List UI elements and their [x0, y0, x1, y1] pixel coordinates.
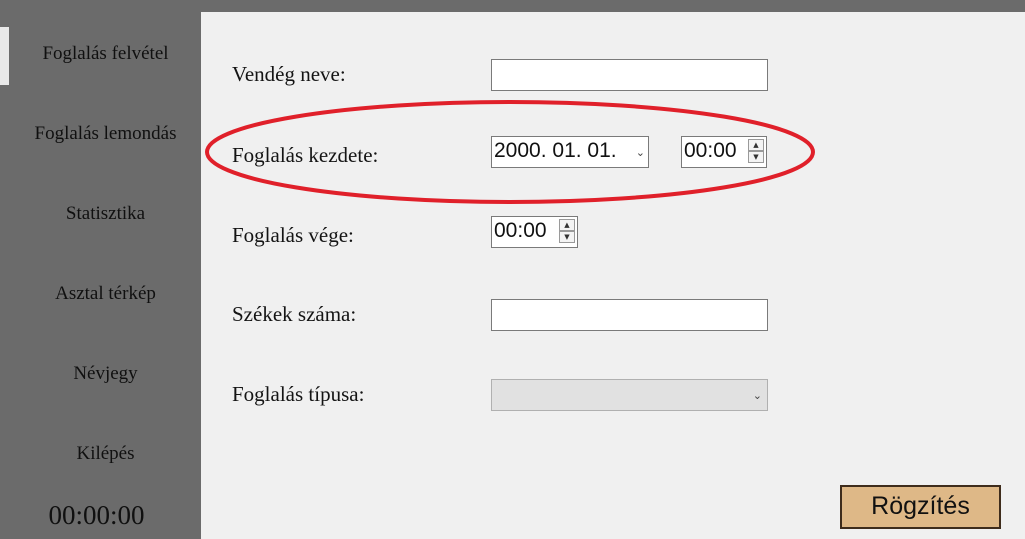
- end-time-picker[interactable]: 00:00 ▲ ▼: [491, 216, 578, 248]
- clock-display: 00:00:00: [48, 500, 145, 530]
- start-time-picker[interactable]: 00:00 ▲ ▼: [681, 136, 767, 168]
- record-button[interactable]: Rögzítés: [840, 485, 1001, 529]
- chevron-down-icon[interactable]: ⌄: [636, 146, 645, 159]
- sidebar-item-foglalas-felvetel[interactable]: Foglalás felvétel: [10, 43, 201, 65]
- active-item-indicator: [0, 27, 9, 85]
- spin-down-icon[interactable]: ▼: [748, 151, 764, 163]
- seats-label: Székek száma:: [232, 302, 357, 326]
- sidebar-item-asztal-terkep[interactable]: Asztal térkép: [10, 283, 201, 305]
- spin-up-icon[interactable]: ▲: [559, 219, 575, 231]
- start-time-spinner[interactable]: ▲ ▼: [748, 139, 764, 163]
- sidebar-item-foglalas-lemondas[interactable]: Foglalás lemondás: [10, 123, 201, 145]
- seats-input[interactable]: [491, 299, 768, 331]
- start-label: Foglalás kezdete:: [232, 143, 379, 167]
- type-label: Foglalás típusa:: [232, 382, 365, 406]
- start-date-picker[interactable]: 2000. 01. 01. ⌄: [491, 136, 649, 168]
- sidebar: Foglalás felvétel Foglalás lemondás Stat…: [0, 0, 201, 539]
- reservation-type-select[interactable]: ⌄: [491, 379, 768, 411]
- sidebar-item-statisztika[interactable]: Statisztika: [10, 203, 201, 225]
- chevron-down-icon[interactable]: ⌄: [753, 389, 762, 402]
- sidebar-item-kilepes[interactable]: Kilépés: [10, 443, 201, 465]
- guest-name-label: Vendég neve:: [232, 62, 346, 86]
- guest-name-input[interactable]: [491, 59, 768, 91]
- start-date-value: 2000. 01. 01.: [494, 139, 617, 162]
- sidebar-item-nevjegy[interactable]: Névjegy: [10, 363, 201, 385]
- spin-down-icon[interactable]: ▼: [559, 231, 575, 243]
- end-time-value: 00:00: [494, 219, 547, 242]
- spin-up-icon[interactable]: ▲: [748, 139, 764, 151]
- end-label: Foglalás vége:: [232, 223, 354, 247]
- end-time-spinner[interactable]: ▲ ▼: [559, 219, 575, 243]
- reservation-form: Vendég neve: Foglalás kezdete: 2000. 01.…: [201, 12, 1025, 539]
- start-time-value: 00:00: [684, 139, 737, 162]
